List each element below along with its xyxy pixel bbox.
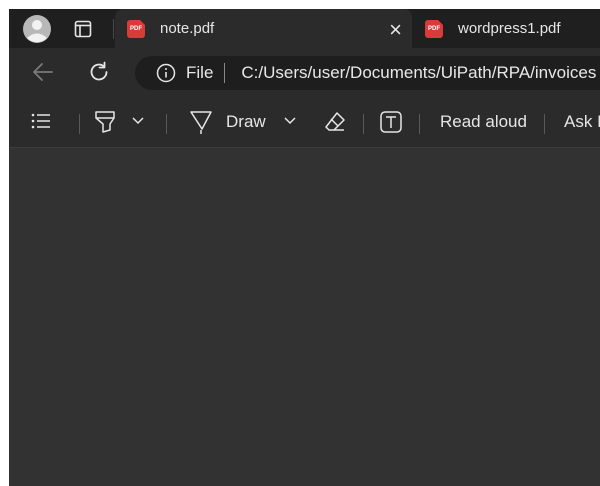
tab-bar: PDF note.pdf × PDF wordpress1.pdf — [9, 9, 600, 48]
back-button[interactable] — [31, 60, 55, 84]
eraser-icon — [325, 112, 345, 131]
tab-title: wordpress1.pdf — [458, 20, 561, 37]
tab-title: note.pdf — [160, 20, 215, 37]
toolbar-separator — [419, 114, 420, 134]
pen-icon — [190, 111, 212, 134]
toolbar-separator — [544, 114, 545, 134]
tab-actions-icon — [74, 20, 92, 38]
tab-divider — [113, 19, 114, 39]
refresh-icon — [90, 61, 108, 81]
pdf-toolbar: Draw Read aloud Ask I — [9, 96, 600, 148]
highlight-options-button[interactable] — [132, 116, 144, 126]
draw-options-button[interactable] — [284, 116, 296, 126]
pdf-file-icon: PDF — [127, 19, 145, 38]
chevron-down-icon — [284, 117, 296, 125]
avatar-icon — [23, 15, 51, 43]
pdf-viewer-area[interactable] — [9, 148, 600, 486]
back-arrow-icon — [33, 63, 53, 81]
toolbar-separator — [166, 114, 167, 134]
tab-note-pdf[interactable]: PDF note.pdf × — [115, 9, 412, 48]
read-aloud-button[interactable]: Read aloud — [440, 112, 527, 132]
toolbar-separator — [363, 114, 364, 134]
info-icon[interactable] — [156, 63, 176, 83]
text-box-icon — [380, 111, 402, 133]
add-text-button[interactable] — [380, 111, 402, 133]
tab-actions-button[interactable] — [74, 20, 92, 38]
browser-window: PDF note.pdf × PDF wordpress1.pdf File C… — [9, 9, 600, 486]
highlight-button[interactable] — [94, 110, 116, 134]
tab-close-button[interactable]: × — [389, 17, 402, 43]
site-scheme-label: File — [186, 63, 214, 82]
ask-button[interactable]: Ask I — [564, 112, 600, 132]
toolbar-separator — [79, 114, 80, 134]
navigation-bar: File C:/Users/user/Documents/UiPath/RPA/… — [9, 48, 600, 96]
contents-button[interactable] — [30, 111, 52, 131]
address-url[interactable]: C:/Users/user/Documents/UiPath/RPA/invoi… — [241, 63, 596, 83]
erase-button[interactable] — [323, 110, 347, 134]
profile-avatar[interactable] — [22, 14, 52, 44]
draw-label[interactable]: Draw — [226, 112, 266, 132]
list-icon — [31, 113, 50, 129]
highlighter-icon — [95, 111, 115, 133]
refresh-button[interactable] — [87, 60, 111, 84]
address-separator — [224, 63, 226, 83]
chevron-down-icon — [132, 117, 144, 125]
tab-wordpress1-pdf[interactable]: PDF wordpress1.pdf — [413, 9, 600, 48]
address-bar[interactable]: File C:/Users/user/Documents/UiPath/RPA/… — [135, 56, 600, 90]
draw-button[interactable] — [190, 109, 212, 135]
pdf-file-icon: PDF — [425, 19, 443, 38]
